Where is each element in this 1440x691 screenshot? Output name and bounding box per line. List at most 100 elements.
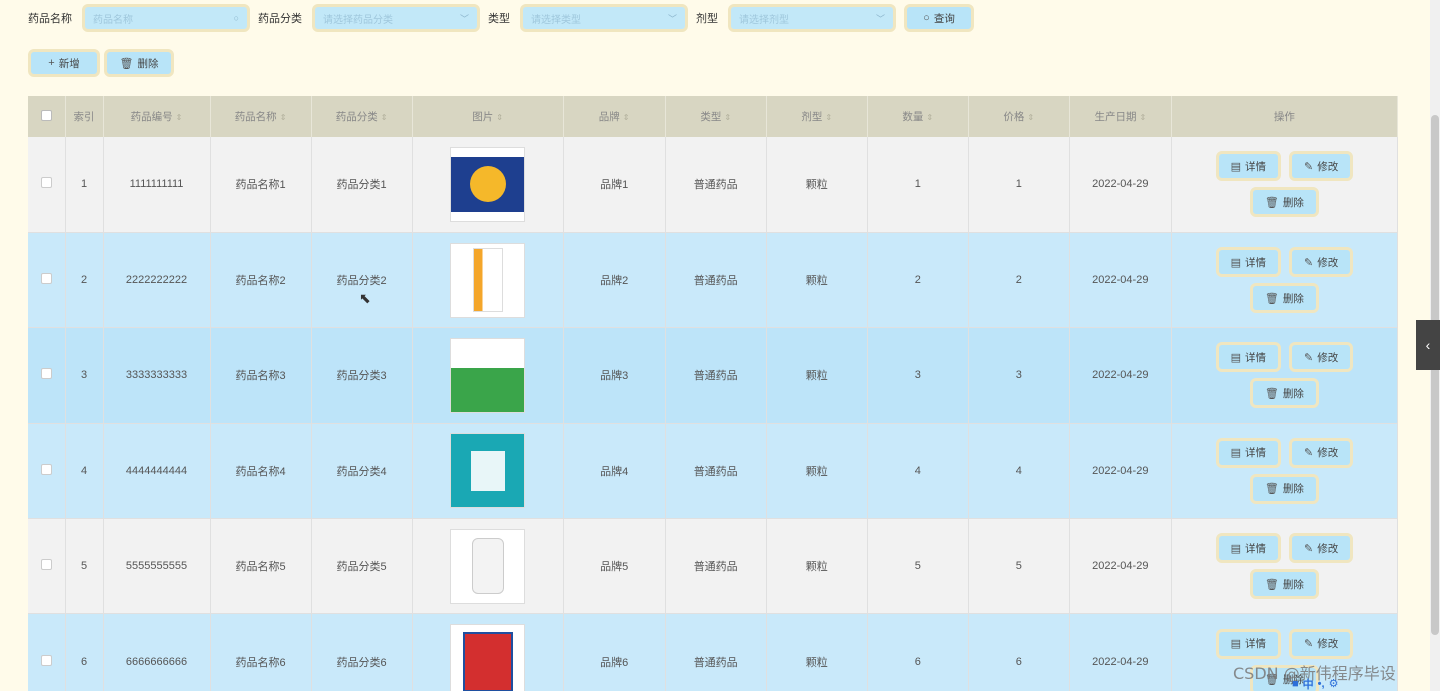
sort-icon[interactable]: ⇕ [926, 113, 933, 122]
sort-icon[interactable]: ⇕ [1027, 113, 1034, 122]
cell-code: 6666666666 [103, 613, 211, 691]
drug-image[interactable] [450, 337, 526, 413]
row-checkbox[interactable] [40, 463, 52, 475]
cell-dosage: 颗粒 [766, 518, 868, 615]
detail-button[interactable]: ▤ 详情 [1215, 247, 1281, 278]
header-code[interactable]: 药品编号 ⇕ [103, 96, 211, 137]
select-all-header [28, 96, 66, 137]
sort-icon[interactable]: ⇕ [1139, 113, 1146, 122]
edit-button[interactable]: ✎ 修改 [1289, 342, 1354, 373]
header-category[interactable]: 药品分类 ⇕ [311, 96, 413, 137]
cell-type: 普通药品 [665, 423, 767, 520]
row-checkbox[interactable] [40, 368, 52, 380]
sort-icon[interactable]: ⇕ [724, 113, 731, 122]
cell-image [412, 423, 564, 520]
type-select[interactable]: 请选择类型 ﹀ [520, 4, 688, 32]
document-icon: ▤ [1230, 351, 1241, 364]
detail-button[interactable]: ▤ 详情 [1215, 342, 1281, 373]
search-icon: ○ [233, 13, 239, 23]
cell-code: 1111111111 [103, 137, 211, 233]
document-icon: ▤ [1230, 256, 1241, 269]
cell-category: 药品分类5 [311, 518, 413, 615]
trash-icon: 🗑 [1264, 483, 1279, 496]
chevron-down-icon: ﹀ [667, 13, 677, 24]
trash-icon: 🗑 [119, 57, 134, 70]
header-date[interactable]: 生产日期 ⇕ [1069, 96, 1172, 137]
row-checkbox[interactable] [40, 559, 52, 571]
header-brand[interactable]: 品牌 ⇕ [563, 96, 666, 137]
header-image[interactable]: 图片 ⇕ [412, 96, 564, 137]
header-quantity[interactable]: 数量 ⇕ [867, 96, 969, 137]
category-select[interactable]: 请选择药品分类 ﹀ [312, 4, 480, 32]
table-row: 6 6666666666 药品名称6 药品分类6 品牌6 普通药品 颗粒 6 6… [28, 613, 1399, 691]
cell-image [412, 327, 564, 424]
cell-type: 普通药品 [665, 518, 767, 615]
row-checkbox[interactable] [40, 273, 52, 285]
dosage-label: 剂型 [696, 13, 718, 25]
table-row: 5 5555555555 药品名称5 药品分类5 品牌5 普通药品 颗粒 5 5… [28, 518, 1399, 615]
table-row: 2 2222222222 药品名称2 药品分类2 品牌2 普通药品 颗粒 2 2… [28, 232, 1399, 329]
edit-button[interactable]: ✎ 修改 [1289, 437, 1354, 468]
edit-button[interactable]: ✎ 修改 [1289, 247, 1354, 278]
name-search-input[interactable]: 药品名称 ○ [82, 4, 250, 32]
cell-brand: 品牌4 [563, 423, 666, 520]
query-button[interactable]: ○ 查询 [904, 4, 974, 32]
trash-icon: 🗑 [1264, 387, 1279, 400]
sort-icon[interactable]: ⇕ [176, 113, 183, 122]
sort-icon[interactable]: ⇕ [623, 113, 630, 122]
cell-type: 普通药品 [665, 613, 767, 691]
drug-image[interactable] [450, 624, 526, 691]
row-checkbox[interactable] [40, 654, 52, 666]
row-delete-button[interactable]: 🗑 删除 [1249, 569, 1319, 600]
sort-icon[interactable]: ⇕ [381, 113, 388, 122]
scrollbar-thumb[interactable] [1431, 115, 1439, 635]
sort-icon[interactable]: ⇕ [280, 113, 287, 122]
dosage-select[interactable]: 请选择剂型 ﹀ [728, 4, 896, 32]
cell-image [412, 232, 564, 329]
drug-image[interactable] [450, 433, 526, 509]
add-button[interactable]: + 新增 [28, 49, 100, 77]
cell-index: 1 [65, 137, 104, 233]
ime-toolbar: ■ 中 •, ⚙ [1292, 676, 1440, 691]
drug-image[interactable] [450, 242, 526, 318]
row-delete-button[interactable]: 🗑 删除 [1249, 187, 1319, 218]
sort-icon[interactable]: ⇕ [825, 113, 832, 122]
batch-delete-button[interactable]: 🗑 删除 [104, 49, 174, 77]
pencil-icon: ✎ [1304, 351, 1314, 364]
ime-mode[interactable]: 中 [1303, 676, 1314, 691]
cell-image [412, 137, 564, 233]
detail-button[interactable]: ▤ 详情 [1215, 437, 1281, 468]
type-label: 类型 [488, 13, 510, 25]
row-checkbox[interactable] [40, 177, 52, 189]
select-all-checkbox[interactable] [40, 109, 52, 121]
detail-button[interactable]: ▤ 详情 [1215, 628, 1281, 659]
detail-button[interactable]: ▤ 详情 [1215, 151, 1281, 182]
cell-name: 药品名称1 [210, 137, 312, 233]
edit-button[interactable]: ✎ 修改 [1289, 151, 1354, 182]
drug-image[interactable] [450, 146, 526, 222]
cell-price: 3 [968, 327, 1070, 424]
header-dosage[interactable]: 剂型 ⇕ [766, 96, 868, 137]
chevron-down-icon: ﹀ [459, 13, 469, 24]
row-delete-button[interactable]: 🗑 删除 [1249, 378, 1319, 409]
collapse-side-panel-button[interactable]: ‹ [1416, 320, 1440, 370]
header-index: 索引 [65, 96, 104, 137]
row-delete-button[interactable]: 🗑 删除 [1249, 283, 1319, 314]
cell-type: 普通药品 [665, 232, 767, 329]
sort-icon[interactable]: ⇕ [496, 113, 503, 122]
header-price[interactable]: 价格 ⇕ [968, 96, 1070, 137]
edit-button[interactable]: ✎ 修改 [1289, 533, 1354, 564]
header-type[interactable]: 类型 ⇕ [665, 96, 767, 137]
data-table: 索引 药品编号 ⇕ 药品名称 ⇕ 药品分类 ⇕ 图片 ⇕ 品牌 ⇕ 类型 ⇕ 剂型 ⇕ 数量 ⇕… [28, 96, 1399, 691]
table-row: 3 3333333333 药品名称3 药品分类3 品牌3 普通药品 颗粒 3 3… [28, 327, 1399, 424]
cell-code: 4444444444 [103, 423, 211, 520]
detail-button[interactable]: ▤ 详情 [1215, 533, 1281, 564]
ime-punct-icon: •, [1317, 677, 1325, 690]
row-delete-button[interactable]: 🗑 删除 [1249, 473, 1319, 504]
chevron-left-icon: ‹ [1425, 337, 1431, 353]
cell-brand: 品牌5 [563, 518, 666, 615]
edit-button[interactable]: ✎ 修改 [1289, 628, 1354, 659]
cell-brand: 品牌2 [563, 232, 666, 329]
drug-image[interactable] [450, 528, 526, 604]
header-name[interactable]: 药品名称 ⇕ [210, 96, 312, 137]
